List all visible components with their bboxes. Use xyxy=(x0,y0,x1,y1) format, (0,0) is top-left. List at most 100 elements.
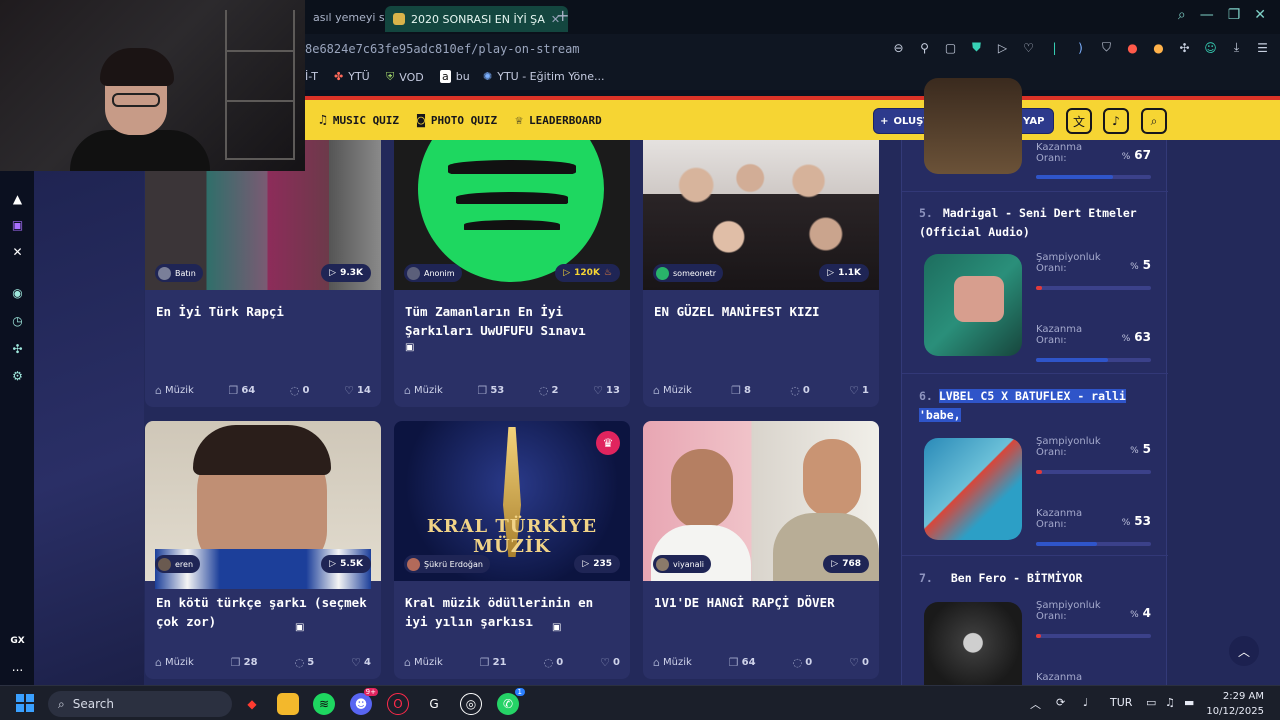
author-badge[interactable]: someonetr xyxy=(653,264,724,282)
author-badge[interactable]: Batın xyxy=(155,264,203,282)
song-title[interactable]: 5. Madrigal - Seni Dert Etmeler (Official… xyxy=(919,204,1159,242)
bookmark-item[interactable]: a bu xyxy=(440,70,470,83)
download-icon[interactable]: ⤓ xyxy=(1229,40,1244,55)
category[interactable]: ⌂ Müzik xyxy=(404,656,443,669)
more-icon[interactable]: ... xyxy=(10,659,25,674)
author-badge[interactable]: Anonim xyxy=(404,264,462,282)
app-icon[interactable]: ◆ xyxy=(241,693,263,715)
heart-icon[interactable]: ♡ xyxy=(1021,40,1036,55)
like-count[interactable]: ♡ 0 xyxy=(849,656,869,669)
scroll-to-top-button[interactable]: ︿ xyxy=(1229,636,1259,666)
tab-active[interactable]: 2020 SONRASI EN İYİ ŞA ✕ xyxy=(385,6,569,32)
sync-icon[interactable]: ⟳ xyxy=(1056,696,1065,709)
display-icon[interactable]: ▭ xyxy=(1146,696,1156,709)
author-badge[interactable]: Şükrü Erdoğan xyxy=(404,555,490,573)
start-button[interactable] xyxy=(16,694,34,712)
mic-icon[interactable]: ♩ xyxy=(1083,696,1088,709)
adblock-icon[interactable]: ⛉ xyxy=(1099,40,1114,55)
category[interactable]: ⌂ Müzik xyxy=(653,384,692,397)
app-icon[interactable]: G xyxy=(423,693,445,715)
like-count[interactable]: ♡ 1 xyxy=(849,384,869,397)
leaderboard-item[interactable]: 7. Ben Fero - BİTMİYOR Şampiyonluk Oranı:%… xyxy=(902,556,1168,704)
quiz-card[interactable]: viyanali ▷ 768 1V1'DE HANGİ RAPÇİ DÖVER ⌂… xyxy=(643,421,879,679)
nav-music-quiz[interactable]: ♫ MUSIC QUIZ xyxy=(319,113,399,128)
category[interactable]: ⌂ Müzik xyxy=(653,656,692,669)
zoom-icon[interactable]: ⊖ xyxy=(891,40,906,55)
quiz-card[interactable]: eren ▷ 5.5K En kötü türkçe şarkı (seçmek … xyxy=(145,421,381,679)
nav-photo-quiz[interactable]: ◙ PHOTO QUIZ xyxy=(417,113,497,128)
category[interactable]: ⌂ Müzik xyxy=(404,384,443,397)
x-icon[interactable]: ✕ xyxy=(10,244,25,259)
bookmark-item[interactable]: ✺ YTU - Eğitim Yöne... xyxy=(483,70,604,83)
author-badge[interactable]: eren xyxy=(155,555,201,573)
notifications-button[interactable]: ♪ xyxy=(1103,108,1129,134)
quiz-card[interactable]: KRAL TÜRKİYE MÜZİK ♛ Şükrü Erdoğan ▷ 235 … xyxy=(394,421,630,679)
extensions-icon[interactable]: ✣ xyxy=(10,341,25,356)
nav-leaderboard[interactable]: ♕ LEADERBOARD xyxy=(515,113,602,128)
settings-icon[interactable]: ⚙ xyxy=(10,368,25,383)
card-title[interactable]: En kötü türkçe şarkı (seçmek çok zor) xyxy=(156,593,370,631)
volume-icon[interactable]: ♫ xyxy=(1165,696,1175,709)
audio-icon[interactable]: ) xyxy=(1073,40,1088,55)
language-button[interactable]: 文 xyxy=(1066,108,1092,134)
close-window-icon[interactable]: ✕ xyxy=(1254,7,1266,23)
quiz-card[interactable]: Batın ▷ 9.3K En İyi Türk Rapçi ⌂ Müzik ❐ 64… xyxy=(145,140,381,407)
card-title[interactable]: 1V1'DE HANGİ RAPÇİ DÖVER xyxy=(654,593,868,612)
opera-gx-icon[interactable]: O xyxy=(387,693,409,715)
card-title[interactable]: En İyi Türk Rapçi xyxy=(156,302,370,321)
language-indicator[interactable]: TUR xyxy=(1110,696,1132,709)
song-title[interactable]: 6. LVBEL C5 X BATUFLEX - ralli 'babe, xyxy=(919,387,1159,425)
bookmark-item[interactable]: ✤ YTÜ xyxy=(334,70,370,83)
spotify-icon[interactable]: ≋ xyxy=(313,693,335,715)
crown-badge[interactable]: ♛ xyxy=(596,431,620,455)
puzzle-icon[interactable]: ✣ xyxy=(1177,40,1192,55)
profile-icon[interactable]: ☺ xyxy=(1203,40,1218,55)
clock[interactable]: 2:29 AM 10/12/2025 xyxy=(1206,689,1264,719)
bookmark-item[interactable]: ⛨ VOD xyxy=(386,70,424,84)
quiz-card[interactable]: someonetr ▷ 1.1K EN GÜZEL MANİFEST KIZI ⌂… xyxy=(643,140,879,407)
aria-icon[interactable]: ▲ xyxy=(10,191,25,206)
vpn-shield-icon[interactable]: ⛊ xyxy=(969,40,984,55)
quiz-card[interactable]: Anonim ▷ 120K ♨ Tüm Zamanların En İyi Şark… xyxy=(394,140,630,407)
extension-red-icon[interactable]: ● xyxy=(1125,40,1140,55)
comment-count-value: 0 xyxy=(556,657,564,668)
search-button[interactable]: ⌕ xyxy=(1141,108,1167,134)
new-tab-button[interactable]: + xyxy=(556,6,569,25)
song-title-text: Ben Fero - BİTMİYOR xyxy=(950,571,1083,585)
chevron-up-icon[interactable]: ︿ xyxy=(1030,696,1041,712)
like-count[interactable]: ♡ 4 xyxy=(351,656,371,669)
author-badge[interactable]: viyanali xyxy=(653,555,712,573)
play-icon[interactable]: ▷ xyxy=(995,40,1010,55)
restore-icon[interactable]: ❐ xyxy=(1228,7,1241,23)
card-title[interactable]: EN GÜZEL MANİFEST KIZI xyxy=(654,302,868,321)
extension-orange-icon[interactable]: ● xyxy=(1151,40,1166,55)
like-count[interactable]: ♡ 14 xyxy=(344,384,371,397)
discord-icon[interactable]: ☻ 9+ xyxy=(350,688,378,715)
menu-icon[interactable]: ☰ xyxy=(1255,40,1270,55)
like-count[interactable]: ♡ 0 xyxy=(600,656,620,669)
pin-icon[interactable]: ⚲ xyxy=(917,40,932,55)
leaderboard-item[interactable]: 5. Madrigal - Seni Dert Etmeler (Official… xyxy=(902,192,1168,374)
minimize-icon[interactable]: — xyxy=(1200,7,1214,23)
card-title[interactable]: Tüm Zamanların En İyi Şarkıları UwUFUFU … xyxy=(405,302,619,340)
leaderboard-item[interactable]: 6. LVBEL C5 X BATUFLEX - ralli 'babe, Şam… xyxy=(902,374,1168,556)
taskbar-search[interactable]: ⌕ Search xyxy=(48,691,232,717)
like-count[interactable]: ♡ 13 xyxy=(593,384,620,397)
card-thumbnail: Anonim ▷ 120K ♨ xyxy=(394,140,630,290)
search-tabs-icon[interactable]: ⌕ xyxy=(1178,7,1186,23)
song-title[interactable]: 7. Ben Fero - BİTMİYOR xyxy=(919,569,1159,588)
player-icon[interactable]: ◉ xyxy=(10,285,25,300)
history-icon[interactable]: ◷ xyxy=(10,313,25,328)
bookmark-item[interactable]: İ-T xyxy=(305,70,318,83)
battery-icon[interactable]: ▬ xyxy=(1184,696,1194,709)
card-title[interactable]: Kral müzik ödüllerinin en iyi yılın şark… xyxy=(405,593,619,631)
file-explorer-icon[interactable] xyxy=(277,693,299,715)
url-field[interactable]: 8e6824e7c63fe95adc810ef/play-on-stream xyxy=(305,42,580,56)
leaderboard-item[interactable]: Kazanma Oranı:% 67 xyxy=(902,78,1168,192)
obs-icon[interactable]: ◎ xyxy=(460,693,482,715)
category[interactable]: ⌂ Müzik xyxy=(155,656,194,669)
snapshot-icon[interactable]: ▢ xyxy=(943,40,958,55)
whatsapp-icon[interactable]: ✆ 1 xyxy=(497,688,525,715)
twitch-icon[interactable]: ▣ xyxy=(10,217,25,232)
category[interactable]: ⌂ Müzik xyxy=(155,384,194,397)
